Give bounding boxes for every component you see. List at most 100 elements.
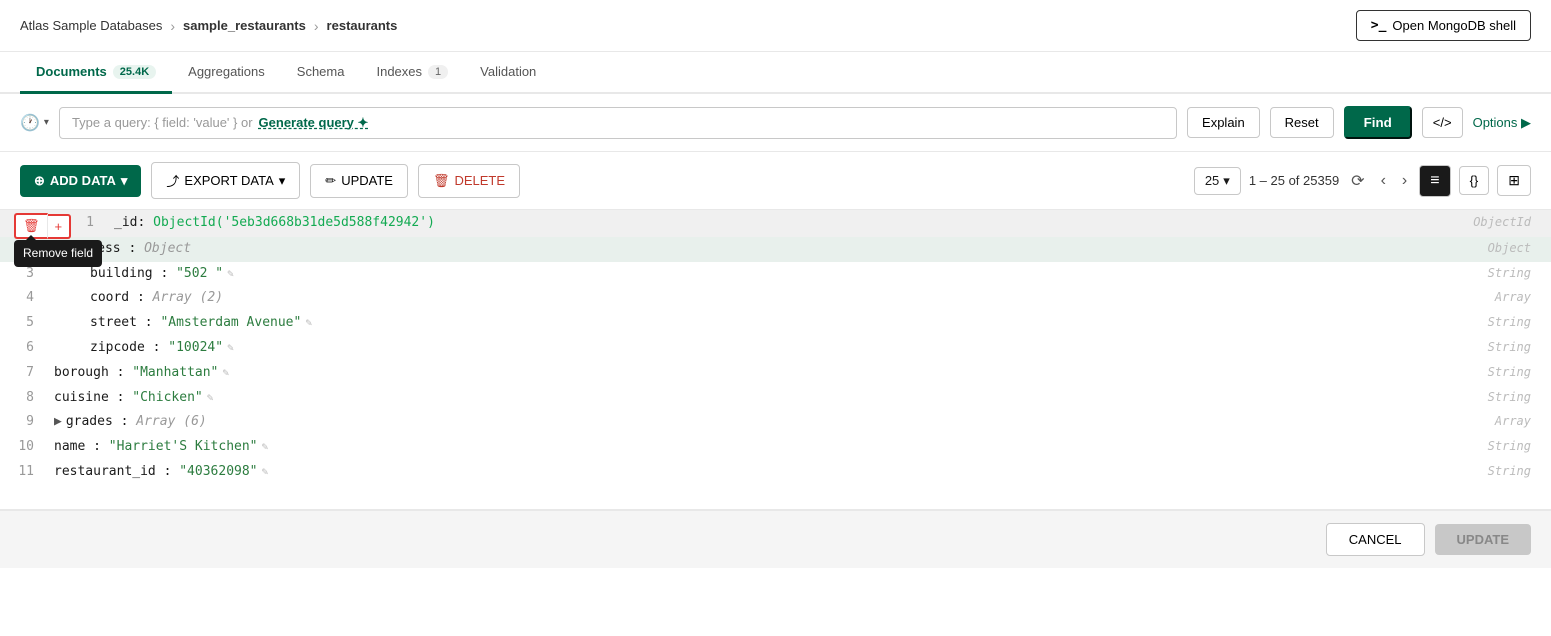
line-number-8: 8 [0,388,50,409]
field-type-label: Array [1471,288,1551,307]
plus-circle-icon: ⊕ [34,173,45,189]
line-number-10: 10 [0,437,50,458]
table-row: 2 ▾address : Object Object [0,237,1551,262]
document-area: 🗑 + Remove field 1 _id: ObjectId('5eb3d6… [0,210,1551,510]
table-row: 6 zipcode : "10024"✎ String [0,336,1551,361]
doc-line-content: zipcode : "10024"✎ [50,338,1471,359]
tab-schema-label: Schema [297,64,345,79]
explain-button[interactable]: Explain [1187,107,1260,138]
reset-button[interactable]: Reset [1270,107,1334,138]
table-row: 🗑 + Remove field 1 _id: ObjectId('5eb3d6… [0,210,1551,237]
query-bar: 🕐 ▾ Type a query: { field: 'value' } or … [0,94,1551,152]
edit-icon[interactable]: ✎ [207,391,214,404]
field-type-label: Array [1471,412,1551,431]
page-size-selector[interactable]: 25 ▾ [1194,167,1241,195]
table-row: 8 cuisine : "Chicken"✎ String [0,386,1551,411]
export-icon: ⤴ [166,171,179,190]
find-button[interactable]: Find [1344,106,1412,139]
line-number-11: 11 [0,462,50,483]
table-row: 7 borough : "Manhattan"✎ String [0,361,1551,386]
tab-validation[interactable]: Validation [464,52,552,94]
update-footer-button[interactable]: UPDATE [1435,524,1531,555]
export-data-button[interactable]: ⤴ EXPORT DATA ▾ [151,162,300,199]
cancel-button[interactable]: CANCEL [1326,523,1425,556]
tab-schema[interactable]: Schema [281,52,361,94]
breadcrumb-part3[interactable]: restaurants [327,18,398,33]
field-type-label: String [1471,338,1551,357]
tab-indexes-badge: 1 [428,65,448,79]
field-type-label: String [1471,462,1551,481]
doc-line-content: ▾address : Object [50,239,1471,260]
tab-indexes[interactable]: Indexes 1 [360,52,464,94]
field-type-label: String [1471,388,1551,407]
doc-line-content: _id: ObjectId('5eb3d668b31de5d588f42942'… [110,213,1471,234]
delete-button[interactable]: 🗑 DELETE [418,164,520,198]
table-row: 4 coord : Array (2) Array [0,286,1551,311]
update-button[interactable]: ✏ UPDATE [310,164,408,198]
doc-line-content: cuisine : "Chicken"✎ [50,388,1471,409]
add-data-chevron-icon: ▾ [121,173,128,189]
add-field-button[interactable]: + [48,214,72,239]
table-row: 3 building : "502 "✎ String [0,262,1551,287]
add-data-button[interactable]: ⊕ ADD DATA ▾ [20,165,141,197]
breadcrumb: Atlas Sample Databases › sample_restaura… [0,0,1551,52]
edit-icon[interactable]: ✎ [227,341,234,354]
footer: CANCEL UPDATE [0,510,1551,568]
line-number-4: 4 [0,288,50,309]
line-number-9: 9 [0,412,50,433]
tab-validation-label: Validation [480,64,536,79]
table-view-button[interactable]: ⊞ [1497,165,1531,196]
line-number-6: 6 [0,338,50,359]
tab-documents[interactable]: Documents 25.4K [20,52,172,94]
field-type-label: String [1471,363,1551,382]
breadcrumb-part1[interactable]: Atlas Sample Databases [20,18,162,33]
table-row: 9 ▶grades : Array (6) Array [0,410,1551,435]
shell-icon: >_ [1371,18,1387,33]
query-placeholder-text: Type a query: { field: 'value' } or [72,115,253,130]
next-page-button[interactable]: › [1398,168,1411,194]
tab-aggregations[interactable]: Aggregations [172,52,281,94]
edit-icon[interactable]: ✎ [227,267,234,280]
tab-documents-label: Documents [36,64,107,79]
toolbar: ⊕ ADD DATA ▾ ⤴ EXPORT DATA ▾ ✏ UPDATE 🗑 … [0,152,1551,210]
field-type-label: String [1471,437,1551,456]
page-size-chevron-icon: ▾ [1223,173,1230,189]
doc-line-content: restaurant_id : "40362098"✎ [50,462,1471,483]
doc-line-content: coord : Array (2) [50,288,1471,309]
page-info: 1 – 25 of 25359 [1249,173,1339,188]
edit-icon[interactable]: ✎ [262,465,269,478]
doc-line-content: ▶grades : Array (6) [50,412,1471,433]
doc-line-content: building : "502 "✎ [50,264,1471,285]
code-view-button[interactable]: </> [1422,107,1463,138]
pencil-icon: ✏ [325,173,336,189]
query-input[interactable]: Type a query: { field: 'value' } or Gene… [59,107,1177,139]
tab-aggregations-label: Aggregations [188,64,265,79]
row-action-controls: 🗑 + [14,213,71,239]
json-view-button[interactable]: {} [1459,166,1490,195]
tab-documents-badge: 25.4K [113,65,156,79]
query-history-icon[interactable]: 🕐 ▾ [20,113,49,133]
options-button[interactable]: Options ▶ [1473,115,1531,131]
table-row: 11 restaurant_id : "40362098"✎ String [0,460,1551,485]
export-chevron-icon: ▾ [279,173,286,189]
breadcrumb-part2[interactable]: sample_restaurants [183,18,306,33]
edit-icon[interactable]: ✎ [222,366,229,379]
remove-field-tooltip: Remove field [14,240,102,267]
table-row: 10 name : "Harriet'S Kitchen"✎ String [0,435,1551,460]
generate-query-link[interactable]: Generate query ✦ [259,115,369,131]
prev-page-button[interactable]: ‹ [1377,168,1390,194]
refresh-button[interactable]: ⟳ [1347,167,1368,195]
edit-icon[interactable]: ✎ [262,440,269,453]
trash-icon: 🗑 [433,173,450,189]
doc-line-content: borough : "Manhattan"✎ [50,363,1471,384]
field-type-label: String [1471,264,1551,283]
field-type-label: ObjectId [1471,213,1551,232]
edit-icon[interactable]: ✎ [305,316,312,329]
doc-line-content: street : "Amsterdam Avenue"✎ [50,313,1471,334]
list-view-button[interactable]: ≡ [1419,165,1450,197]
line-number-5: 5 [0,313,50,334]
breadcrumb-sep2: › [314,18,319,34]
open-mongodb-shell-button[interactable]: >_ Open MongoDB shell [1356,10,1531,41]
tab-indexes-label: Indexes [376,64,422,79]
line-number-7: 7 [0,363,50,384]
